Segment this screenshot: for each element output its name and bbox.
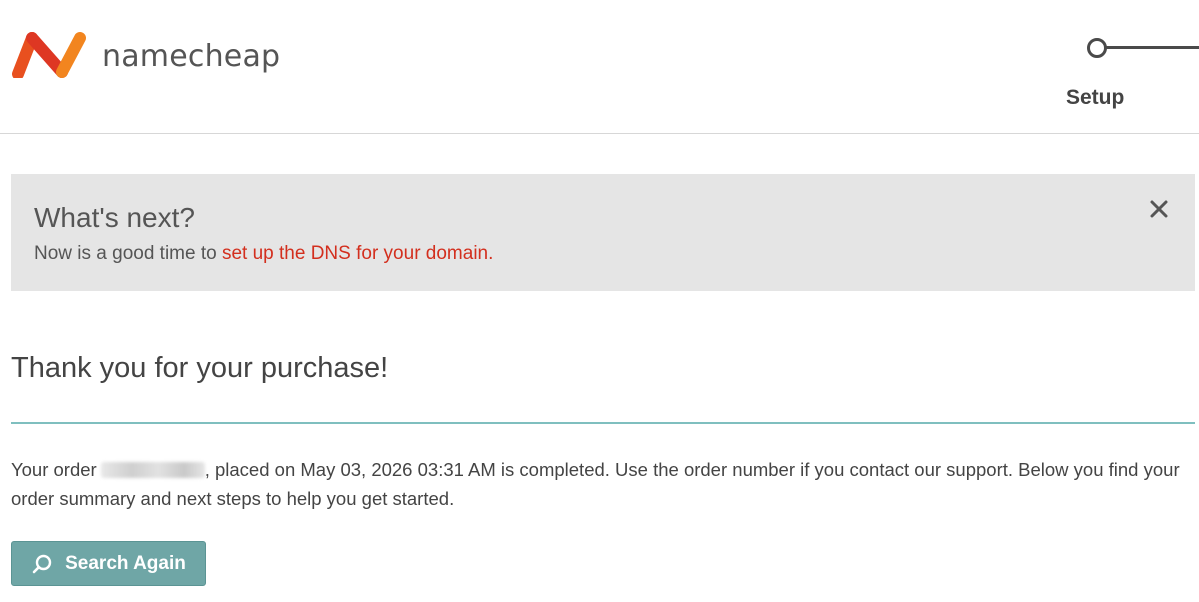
progress-step-dot <box>1087 38 1107 58</box>
page-title: Thank you for your purchase! <box>11 352 389 384</box>
namecheap-logo-icon <box>12 32 86 78</box>
progress-line <box>1100 46 1199 49</box>
order-summary-text: Your order, placed on May 03, 2026 03:31… <box>11 455 1191 513</box>
order-number-redacted <box>100 462 205 478</box>
brand-name: namecheap <box>102 38 281 74</box>
whats-next-notice: What's next? Now is a good time to set u… <box>11 174 1195 291</box>
order-text-prefix: Your order <box>11 459 97 480</box>
header: namecheap Setup <box>0 0 1199 134</box>
setup-progress <box>1080 36 1199 60</box>
notice-text-prefix: Now is a good time to <box>34 243 222 264</box>
search-icon <box>32 554 52 573</box>
setup-dns-link[interactable]: set up the DNS for your domain. <box>222 243 493 264</box>
search-again-label: Search Again <box>65 552 186 574</box>
notice-text: Now is a good time to set up the DNS for… <box>34 243 493 265</box>
step-label-setup: Setup <box>1066 86 1125 109</box>
close-icon[interactable] <box>1148 198 1170 220</box>
notice-title: What's next? <box>34 202 195 233</box>
search-again-button[interactable]: Search Again <box>11 541 206 586</box>
namecheap-logo[interactable]: namecheap <box>10 32 280 78</box>
divider <box>11 422 1195 424</box>
